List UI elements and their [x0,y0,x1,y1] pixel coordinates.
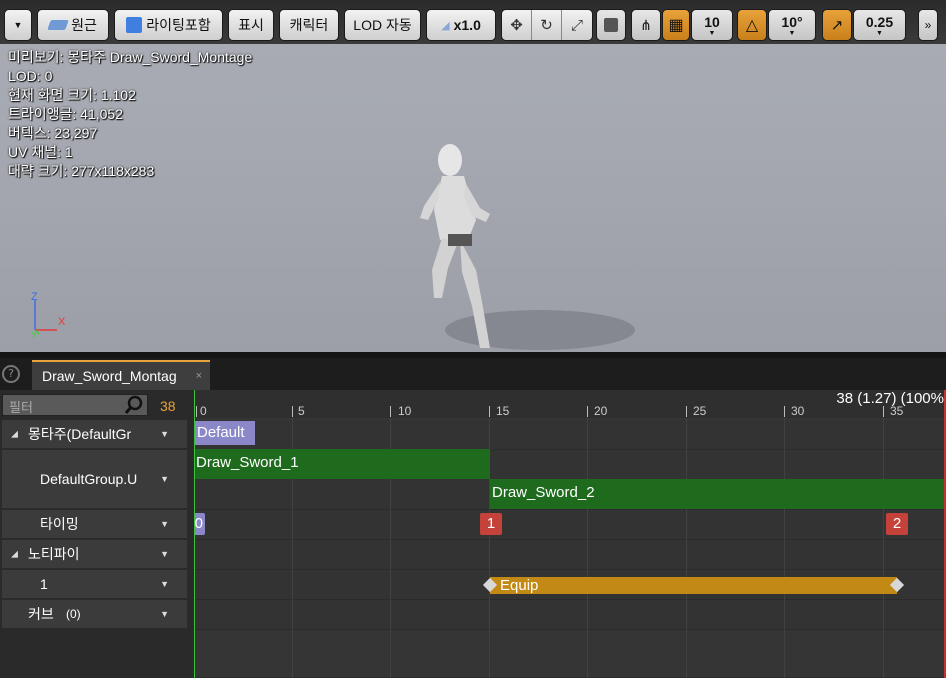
tree-row-notify-track-1[interactable]: 1 ▼ [2,570,187,598]
search-icon[interactable] [124,395,144,415]
track-row [194,510,946,540]
triangle-stat: 트라이앵글: 41,052 [8,106,123,122]
tree-row-montage[interactable]: ◢ 몽타주(DefaultGr ▼ [2,420,187,448]
track-row [194,540,946,570]
tree-row-default-group[interactable]: DefaultGroup.U ▼ [2,450,187,508]
help-icon[interactable]: ? [2,365,20,383]
collapse-triangle-icon[interactable]: ◢ [11,549,18,560]
frame-count: 38 [160,398,176,414]
vertex-stat: 버텍스: 23,297 [8,125,98,141]
rotation-snap-value-dropdown[interactable]: 10° ▼ [768,9,816,41]
mannequin-preview [420,144,635,350]
lod-stat: LOD: 0 [8,68,53,84]
chevron-down-icon[interactable]: ▼ [160,579,169,589]
grid-line [784,418,785,678]
lighting-mode-button[interactable]: 라이팅포함 [114,9,223,41]
grid-line [686,418,687,678]
world-local-toggle[interactable] [596,9,626,41]
rotate-icon[interactable]: ↻ [532,10,562,40]
transform-mode-group: ✥ ↻ ⤢ [501,9,593,41]
tree-row-curves[interactable]: 커브 (0) ▼ [2,600,187,628]
viewport-stats: 미리보기: 몽타주 Draw_Sword_Montage LOD: 0 현재 화… [8,48,252,181]
tree-row-timing[interactable]: 타이밍 ▼ [2,510,187,538]
chevron-down-icon: ▼ [876,29,883,37]
tick-mark [489,406,490,417]
surface-snap-icon: ⋔ [640,16,652,33]
collapse-triangle-icon[interactable]: ◢ [11,429,18,440]
track-row [194,630,946,678]
section-default[interactable]: Default [195,421,255,445]
scale-snap-toggle[interactable]: ↗ [822,9,852,41]
screen-size-stat: 현재 화면 크기: 1.102 [8,87,136,103]
grid-line [587,418,588,678]
tick-mark [686,406,687,417]
axis-gizmo: Z X Y [31,291,66,340]
track-tree-panel: 필터 38 ◢ 몽타주(DefaultGr ▼ DefaultGroup.U ▼… [0,390,193,678]
preview-label: 미리보기: 몽타주 Draw_Sword_Montage [8,49,253,65]
grid-icon: ▦ [668,17,684,34]
chevron-down-icon[interactable]: ▼ [160,519,169,529]
surface-snap-button[interactable]: ⋔ [631,9,661,41]
axis-x-label: X [58,316,66,328]
lod-button[interactable]: LOD 자동 [344,9,421,41]
toolbar-overflow-button[interactable]: » [918,9,938,41]
tick-mark [196,406,197,417]
montage-timeline[interactable]: 0 5 10 15 20 25 30 35 38 (1.27) (100% De… [194,390,946,678]
chevron-down-icon[interactable]: ▼ [160,474,169,484]
playhead[interactable] [194,390,195,678]
grid-snap-value-dropdown[interactable]: 10 ▼ [691,9,733,41]
tick-mark [784,406,785,417]
translate-icon[interactable]: ✥ [502,10,532,40]
time-ruler[interactable]: 0 5 10 15 20 25 30 35 38 (1.27) (100% [194,390,946,418]
perspective-icon [47,20,69,30]
timing-marker-1[interactable]: 1 [480,513,502,535]
tab-bar: ? Draw_Sword_Montag × [0,358,946,390]
tick-mark [390,406,391,417]
axis-z-label: Z [31,291,38,303]
notify-state-equip[interactable]: Equip [490,577,897,594]
rotation-snap-toggle[interactable]: △ [737,9,767,41]
scale-icon[interactable]: ⤢ [562,10,592,40]
tick-mark [883,406,884,417]
timing-marker-0[interactable]: 0 [194,513,205,535]
segment-draw-sword-1[interactable]: Draw_Sword_1 [194,449,490,479]
uv-channel-stat: UV 채널: 1 [8,144,73,160]
track-row [194,600,946,630]
viewport-toolbar: ▼ 원근 라이팅포함 표시 캐릭터 LOD 자동 ◢ x1.0 ✥ ↻ ⤢ ⋔ … [0,0,946,44]
perspective-button[interactable]: 원근 [37,9,109,41]
approx-size-stat: 대략 크기: 277x118x283 [8,163,155,179]
speed-icon: ◢ [441,19,450,32]
tab-montage[interactable]: Draw_Sword_Montag × [32,360,210,390]
chevron-down-icon: ▼ [708,29,716,37]
chevron-down-icon[interactable]: ▼ [160,609,169,619]
close-icon[interactable]: × [196,370,202,382]
frame-readout: 38 (1.27) (100% [836,390,944,407]
chevron-down-icon[interactable]: ▼ [160,429,169,439]
playback-speed-button[interactable]: ◢ x1.0 [426,9,496,41]
tick-mark [292,406,293,417]
show-button[interactable]: 표시 [228,9,274,41]
angle-icon: △ [745,17,759,34]
character-button[interactable]: 캐릭터 [279,9,339,41]
scale-snap-value-dropdown[interactable]: 0.25 ▼ [853,9,906,41]
local-cube-icon [604,18,618,32]
cube-icon [126,17,143,33]
segment-draw-sword-2[interactable]: Draw_Sword_2 [490,479,946,509]
scale-arrow-icon: ↗ [830,17,844,34]
chevron-down-icon: ▼ [788,29,796,37]
timing-marker-2[interactable]: 2 [886,513,908,535]
grid-line [883,418,884,678]
tick-mark [587,406,588,417]
tree-row-notifies[interactable]: ◢ 노티파이 ▼ [2,540,187,568]
preview-viewport[interactable]: ▼ 원근 라이팅포함 표시 캐릭터 LOD 자동 ◢ x1.0 ✥ ↻ ⤢ ⋔ … [0,0,946,352]
viewport-options-button[interactable]: ▼ [4,9,32,41]
chevron-down-icon[interactable]: ▼ [160,549,169,559]
axis-y-label: Y [31,330,37,340]
track-row [194,420,946,450]
chevron-down-icon: ▼ [13,20,23,30]
grid-snap-toggle[interactable]: ▦ [662,9,690,41]
